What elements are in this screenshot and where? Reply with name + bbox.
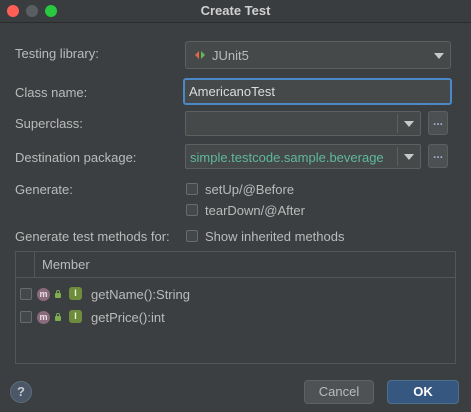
generate-label: Generate: (15, 182, 73, 197)
member-table: Member m I getName():String m I getPrice… (15, 251, 456, 364)
setup-checkbox[interactable] (186, 183, 198, 195)
table-header: Member (16, 252, 455, 278)
superclass-label: Superclass: (15, 116, 83, 131)
superclass-separator (397, 114, 398, 133)
window-title: Create Test (200, 3, 271, 18)
table-row[interactable]: m I getPrice():int (16, 306, 455, 328)
chevron-down-icon (404, 121, 414, 127)
method-checkbox[interactable] (20, 311, 32, 323)
destination-package-value: simple.testcode.sample.beverage (190, 150, 384, 165)
testing-library-select[interactable]: JUnit5 (185, 41, 451, 69)
junit-icon (194, 49, 206, 61)
show-inherited-checkbox[interactable] (186, 230, 198, 242)
class-name-label: Class name: (15, 85, 88, 100)
cancel-button[interactable]: Cancel (304, 380, 374, 404)
table-row[interactable]: m I getName():String (16, 283, 455, 305)
show-inherited-label: Show inherited methods (205, 229, 345, 244)
method-icon: m (37, 311, 50, 324)
ok-button[interactable]: OK (387, 380, 459, 404)
class-name-value: AmericanoTest (189, 84, 275, 99)
method-name: getName():String (91, 287, 190, 302)
superclass-browse-button[interactable]: ... (428, 111, 448, 135)
teardown-checkbox[interactable] (186, 204, 198, 216)
teardown-checkbox-label: tearDown/@After (205, 203, 305, 218)
test-methods-label: Generate test methods for: (15, 229, 170, 244)
member-column-header[interactable]: Member (42, 257, 90, 272)
chevron-down-icon (404, 154, 414, 160)
destination-separator (397, 147, 398, 166)
help-button[interactable]: ? (10, 381, 32, 403)
class-name-field[interactable]: AmericanoTest (183, 78, 452, 105)
superclass-select[interactable] (185, 111, 421, 136)
implementation-icon: I (69, 287, 82, 300)
method-icon: m (37, 288, 50, 301)
method-name: getPrice():int (91, 310, 165, 325)
destination-package-select[interactable]: simple.testcode.sample.beverage (185, 144, 421, 169)
header-separator (34, 252, 35, 277)
method-checkbox[interactable] (20, 288, 32, 300)
implementation-icon: I (69, 310, 82, 323)
title-bar: Create Test (0, 0, 471, 23)
chevron-down-icon (434, 53, 444, 59)
lock-icon (55, 313, 61, 321)
destination-browse-button[interactable]: ... (428, 144, 448, 168)
setup-checkbox-label: setUp/@Before (205, 182, 295, 197)
testing-library-value: JUnit5 (212, 48, 249, 63)
destination-package-label: Destination package: (15, 150, 137, 165)
lock-icon (55, 290, 61, 298)
testing-library-label: Testing library: (15, 46, 99, 61)
